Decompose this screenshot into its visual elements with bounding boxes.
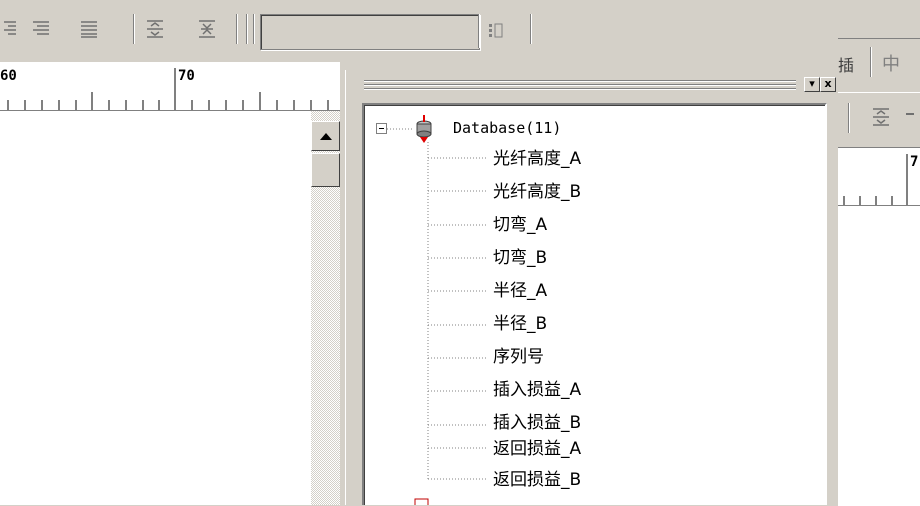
background-toolbar: 插 中 (838, 38, 920, 87)
toolbar-separator (133, 14, 135, 44)
toolbar-separator (530, 14, 532, 44)
background-window-top (838, 0, 920, 38)
tree-item[interactable]: 切弯_A (493, 211, 547, 239)
toolbar-separator (236, 14, 238, 44)
toolbar-separator (848, 103, 850, 133)
tree-item[interactable]: 返回损益_B (493, 466, 581, 494)
tree-item[interactable]: 序列号 (493, 343, 544, 371)
scroll-up-button[interactable] (311, 121, 340, 151)
horizontal-ruler: 60 70 (0, 62, 340, 111)
database-icon (416, 115, 432, 143)
panel-close-button[interactable]: x (820, 77, 836, 92)
align-right-icon[interactable] (0, 19, 22, 39)
distribute-icon[interactable] (78, 19, 100, 39)
background-toolbar-2 (838, 92, 920, 145)
vertical-center-icon[interactable] (144, 19, 166, 39)
toolbar-separator (870, 47, 872, 77)
tree-item[interactable]: 半径_B (493, 310, 547, 338)
tree-item[interactable]: 光纤高度_A (493, 145, 581, 173)
collapse-toggle[interactable] (376, 123, 387, 134)
tree-item[interactable]: 插入损益_B (493, 409, 581, 437)
tree-item[interactable]: 切弯_B (493, 244, 547, 272)
toolbar-separator (253, 14, 255, 44)
tree-view[interactable] (368, 110, 823, 505)
toolbar-combo-box[interactable] (260, 14, 480, 50)
vertical-spread-icon[interactable] (196, 19, 218, 39)
tree-root-label[interactable]: Database(11) (453, 119, 561, 137)
tree-item[interactable]: 半径_A (493, 277, 547, 305)
vertical-center-icon[interactable] (870, 107, 892, 127)
toolbar-partial-label[interactable]: 插 (838, 52, 854, 76)
align-justify-icon[interactable] (30, 19, 52, 39)
panel-gripper[interactable] (364, 80, 796, 90)
arrow-up-icon (320, 133, 332, 140)
left-toolbar (0, 0, 532, 62)
tree-connector-lines (387, 128, 486, 480)
tree-item[interactable]: 插入损益_A (493, 376, 581, 404)
grid-icon[interactable] (487, 22, 505, 40)
toolbar-dash (906, 113, 914, 115)
toolbar-separator (478, 14, 480, 48)
tree-item[interactable]: 光纤高度_B (493, 178, 581, 206)
tree-next-node-icon (414, 498, 429, 505)
dropdown-icon: ▾ (809, 77, 815, 90)
close-icon: x (824, 77, 832, 90)
ruler-ticks (7, 68, 329, 110)
document-canvas[interactable] (0, 111, 311, 505)
toolbar-separator (246, 14, 248, 44)
tree-item[interactable]: 返回损益_A (493, 435, 581, 463)
background-ruler: 7 (838, 147, 920, 206)
toolbar-partial-label[interactable]: 中 (882, 50, 900, 76)
panel-menu-button[interactable]: ▾ (804, 77, 820, 92)
scroll-thumb[interactable] (311, 153, 340, 187)
background-document (838, 205, 920, 506)
ruler-ticks (843, 154, 908, 206)
vertical-scrollbar[interactable] (311, 111, 340, 505)
